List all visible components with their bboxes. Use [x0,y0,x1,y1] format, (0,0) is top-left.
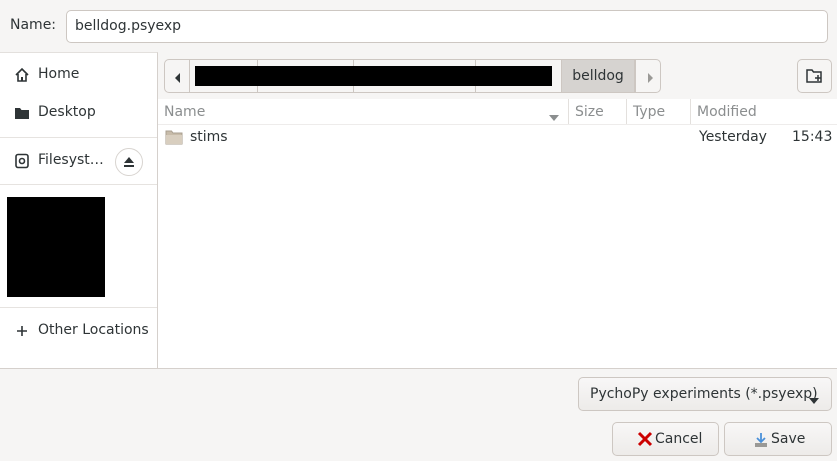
table-row[interactable]: stims Yesterday 15:43 [158,125,837,151]
filter-selected-label: PychoPy experiments (*.psyexp) [590,386,818,402]
redacted-bookmark [7,197,105,297]
chevron-down-icon [809,392,819,408]
redacted-path [195,66,552,86]
cancel-button[interactable]: Cancel [612,422,719,456]
file-list: Name Size Type Modified stims Yesterday … [158,99,837,368]
eject-button[interactable] [115,148,143,176]
save-button[interactable]: Save [724,422,832,456]
sidebar-item-other-locations[interactable]: Other Locations [0,313,157,349]
save-label: Save [771,431,806,447]
save-icon [754,432,768,452]
new-folder-button[interactable] [797,59,832,93]
file-name: stims [190,129,228,145]
column-divider [568,99,569,125]
file-type-filter-dropdown[interactable]: PychoPy experiments (*.psyexp) [578,377,832,411]
sidebar-item-label: Filesyst… [38,152,104,168]
file-modified-day: Yesterday [699,129,767,145]
name-label: Name: [10,17,57,33]
chevron-right-icon [646,71,654,87]
drive-icon [14,153,30,169]
path-bar: belldog [164,59,661,93]
sort-descending-icon [549,109,559,125]
sidebar-divider [0,137,157,138]
cancel-icon [637,431,653,451]
file-modified-time: 15:43 [792,129,833,145]
eject-icon [122,155,136,173]
chevron-left-icon [174,71,182,87]
sidebar-item-desktop[interactable]: Desktop [0,95,157,131]
places-sidebar: Home Desktop Filesyst… Other Locations [0,52,158,368]
cancel-label: Cancel [655,431,703,447]
column-header-size[interactable]: Size [575,99,604,125]
sidebar-item-label: Other Locations [38,322,149,338]
sidebar-item-home[interactable]: Home [0,57,157,93]
sidebar-divider [0,307,157,308]
column-header-type[interactable]: Type [633,99,665,125]
new-folder-icon [806,68,824,88]
path-current-folder[interactable]: belldog [562,59,635,93]
filename-input[interactable]: belldog.psyexp [66,10,828,43]
home-icon [14,67,30,83]
column-header-name[interactable]: Name [164,99,205,125]
action-bar: PychoPy experiments (*.psyexp) Cancel Sa… [0,368,837,461]
path-scroll-left-button[interactable] [164,59,190,93]
sidebar-item-label: Home [38,66,80,82]
column-divider [690,99,691,125]
column-divider [626,99,627,125]
path-scroll-right-button[interactable] [635,59,661,93]
sidebar-item-label: Desktop [38,104,96,120]
plus-icon [14,323,30,339]
name-row: Name: belldog.psyexp [0,0,837,52]
folder-icon [14,105,30,121]
folder-icon [165,129,183,149]
column-header-modified[interactable]: Modified [697,99,757,125]
sidebar-divider [0,184,157,185]
